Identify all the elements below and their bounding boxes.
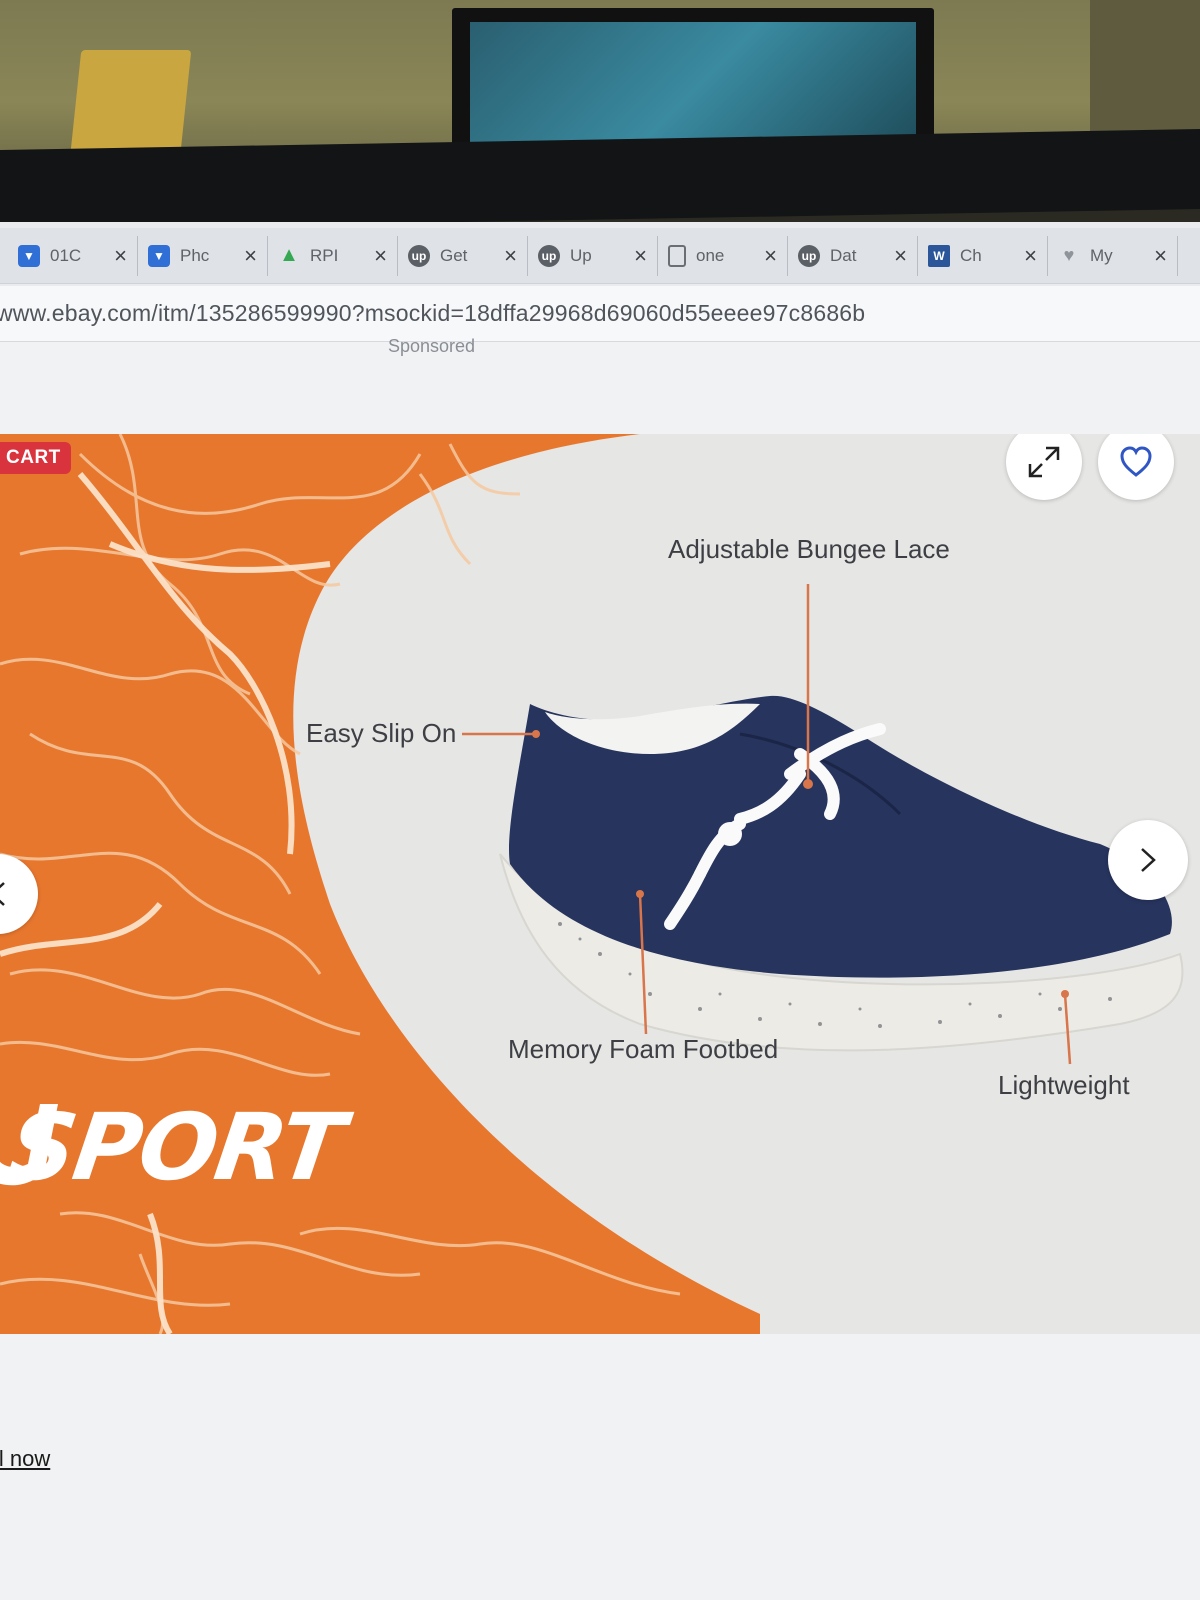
close-icon[interactable]: × <box>1154 243 1167 269</box>
close-icon[interactable]: × <box>374 243 387 269</box>
tab-title: RPI <box>310 245 339 265</box>
heart-icon: ♥ <box>1063 245 1075 265</box>
url-text[interactable]: www.ebay.com/itm/135286599990?msockid=18… <box>0 300 865 327</box>
next-image-button[interactable] <box>1108 820 1188 900</box>
browser-tab[interactable]: one × <box>658 235 788 276</box>
tab-title: Phc <box>180 245 210 265</box>
chevron-right-icon <box>1141 848 1156 872</box>
chevron-left-icon <box>0 882 5 906</box>
browser-tab[interactable]: ♥ My × <box>1048 235 1178 276</box>
heart-icon <box>1120 446 1152 477</box>
shield-icon: ▼ <box>148 244 170 267</box>
product-image-gallery[interactable]: CART SPORT Adjustable Bungee Lace Easy S… <box>0 434 1200 1334</box>
browser-tab[interactable]: up Dat × <box>788 235 918 276</box>
close-icon[interactable]: × <box>764 243 777 269</box>
sponsored-label: Sponsored <box>388 336 476 356</box>
close-icon[interactable]: × <box>504 243 517 269</box>
ebay-item-page: Sponsored CART SPORT Adjustable Bungee L… <box>0 336 1200 1600</box>
callout-bungee-lace: Adjustable Bungee Lace <box>668 534 950 564</box>
document-icon <box>668 244 686 267</box>
browser-tab[interactable]: ▼ 01C × <box>8 235 138 276</box>
drive-icon: ▲ <box>279 244 299 266</box>
upwork-icon: up <box>538 244 560 267</box>
callout-memory-foam: Memory Foam Footbed <box>508 1034 779 1064</box>
tab-title: one <box>696 245 725 265</box>
tab-title: My <box>1090 245 1113 265</box>
tab-title: 01C <box>50 245 82 265</box>
browser-tab[interactable]: ▲ RPI × <box>268 235 398 276</box>
browser-tab[interactable]: up Get × <box>398 235 528 276</box>
callout-easy-slip-on: Easy Slip On <box>306 718 457 748</box>
expand-icon <box>1028 446 1060 478</box>
tab-strip: ▼ 01C × ▼ Phc × ▲ RPI × up Get × up Up ×… <box>0 228 1200 284</box>
cart-badge: CART <box>0 442 71 474</box>
upwork-icon: up <box>798 244 820 267</box>
close-icon[interactable]: × <box>634 243 647 269</box>
browser-tab[interactable]: W Ch × <box>918 235 1048 276</box>
close-icon[interactable]: × <box>1024 243 1037 269</box>
browser-tab[interactable]: up Up × <box>528 235 658 276</box>
callout-lightweight: Lightweight <box>998 1070 1130 1100</box>
browser-tab[interactable]: ▼ Phc × <box>138 235 268 276</box>
tab-title: Dat <box>830 245 857 265</box>
browser-screen: ▼ 01C × ▼ Phc × ▲ RPI × up Get × up Up ×… <box>0 222 1200 1600</box>
close-icon[interactable]: × <box>894 243 907 269</box>
shield-icon: ▼ <box>18 244 40 267</box>
tab-title: Up <box>570 245 592 265</box>
tab-title: Get <box>440 245 468 265</box>
word-icon: W <box>928 244 950 267</box>
background-object <box>1090 0 1200 150</box>
brand-name: SPORT <box>2 1094 349 1201</box>
close-icon[interactable]: × <box>244 243 257 269</box>
upwork-icon: up <box>408 244 430 267</box>
address-bar[interactable]: www.ebay.com/itm/135286599990?msockid=18… <box>0 286 1200 342</box>
close-icon[interactable]: × <box>114 243 127 269</box>
tab-title: Ch <box>960 245 982 265</box>
sell-now-link[interactable]: ll now <box>0 1446 50 1472</box>
